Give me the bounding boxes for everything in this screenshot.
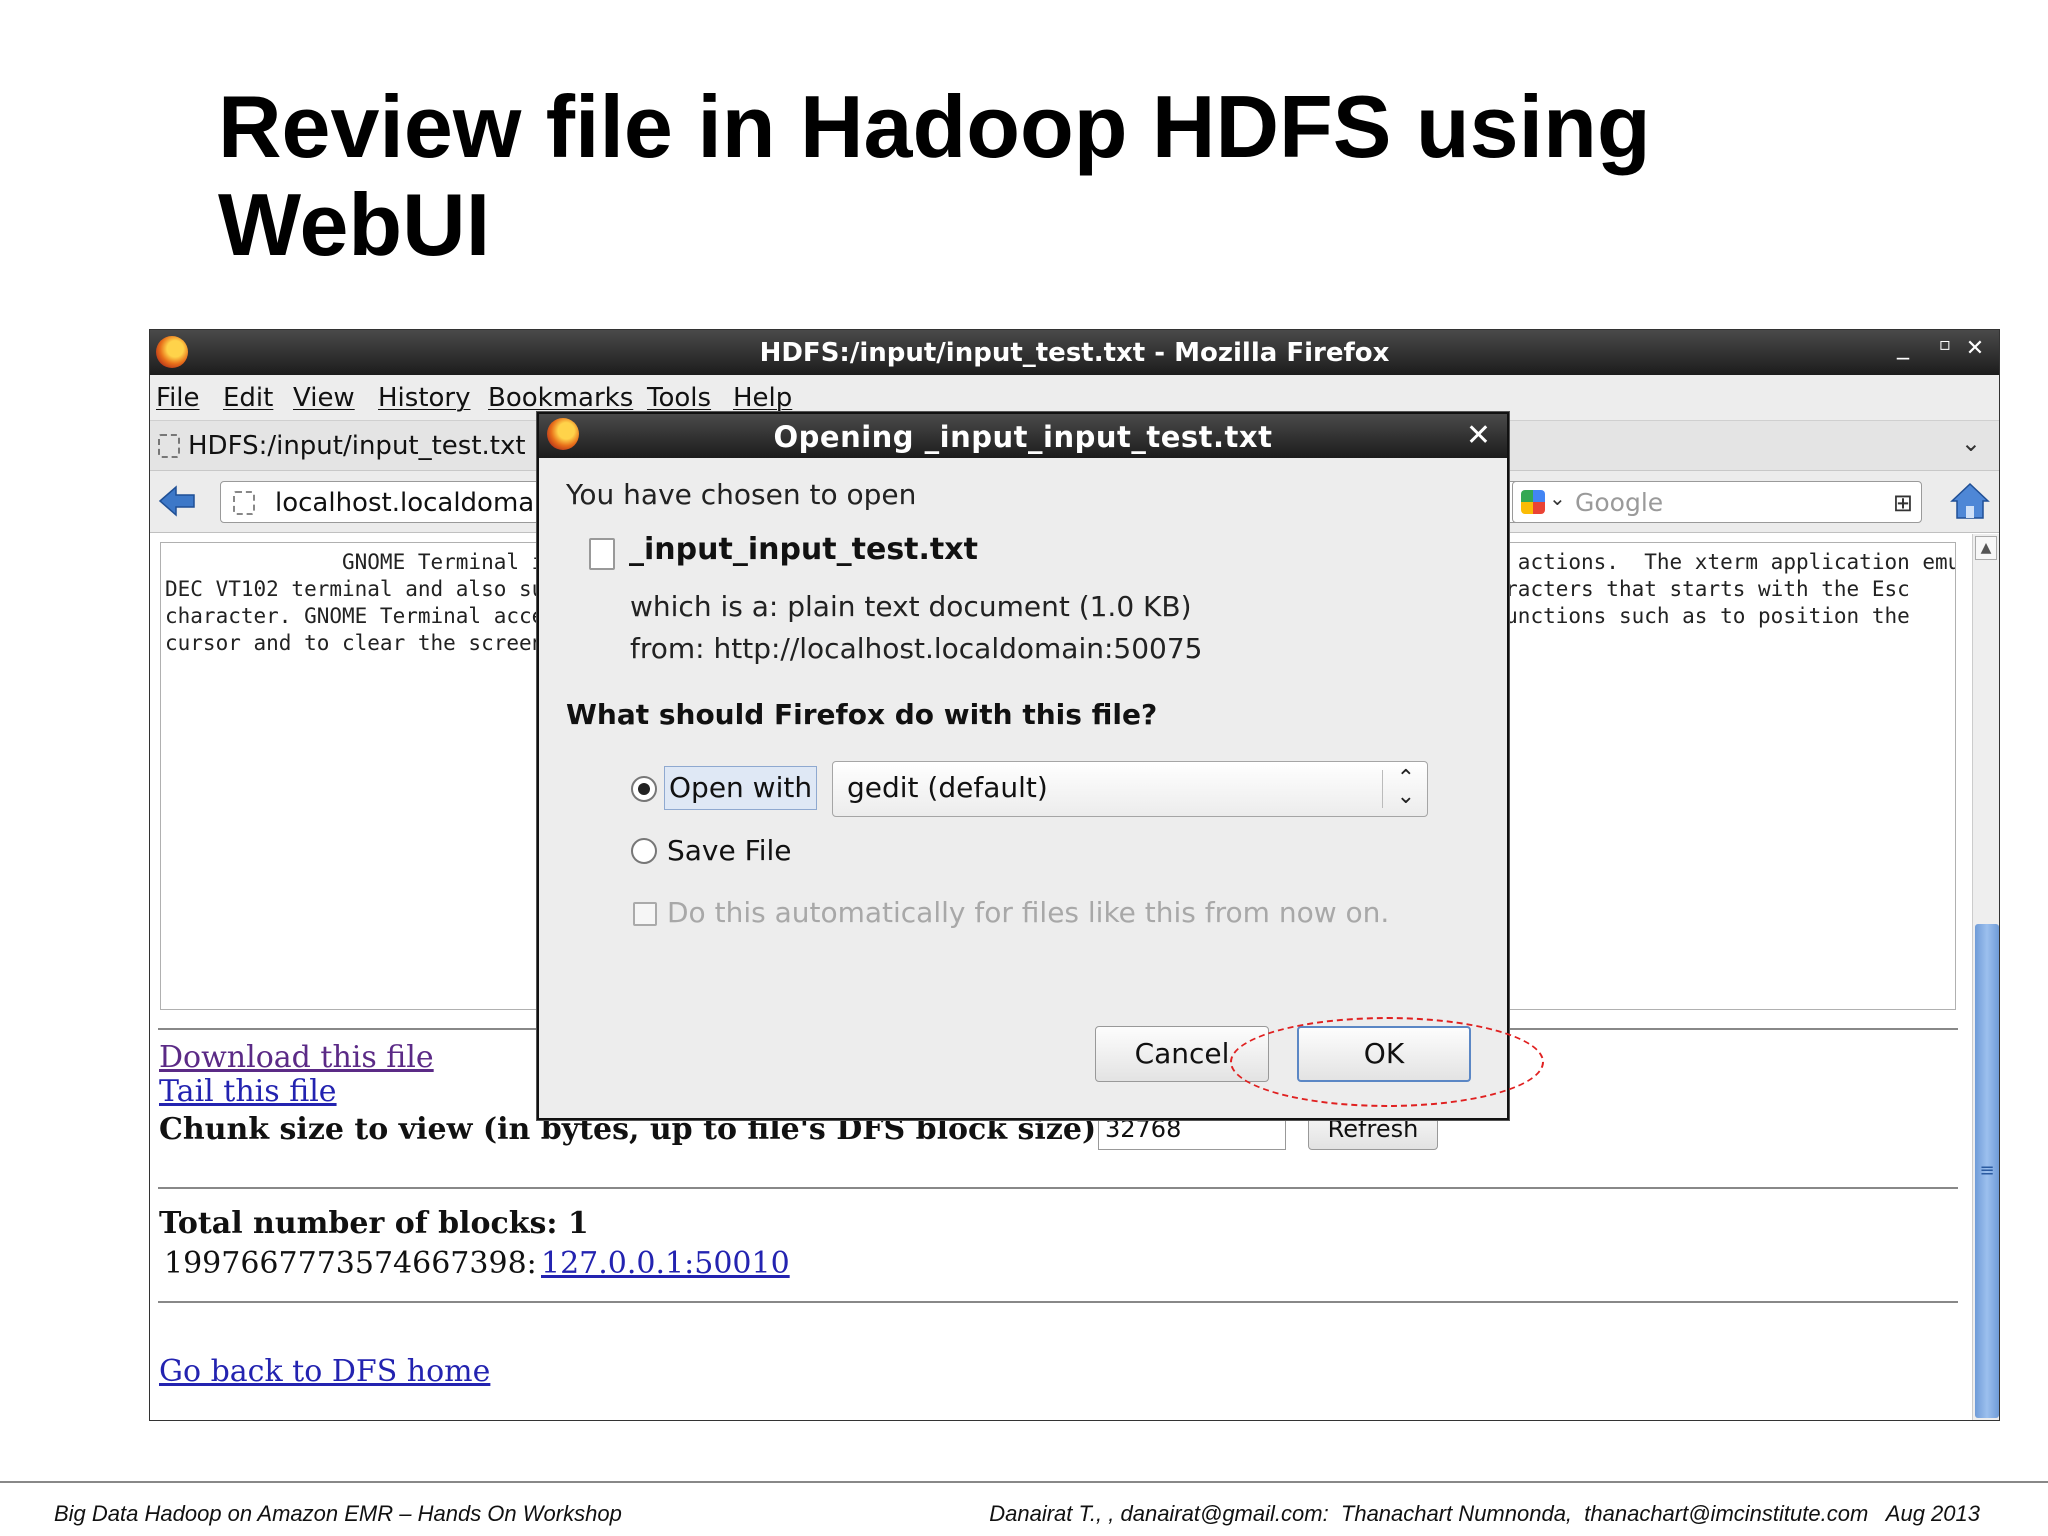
close-window-button[interactable]: ✕ — [1958, 336, 1992, 361]
footer-workshop-title: Big Data Hadoop on Amazon EMR – Hands On… — [54, 1501, 622, 1526]
datanode-link[interactable]: 127.0.0.1:50010 — [541, 1246, 790, 1281]
tab-label: HDFS:/input/input_test.txt — [188, 431, 526, 461]
close-icon[interactable]: ✕ — [1466, 418, 1491, 453]
menu-edit[interactable]: Edit — [223, 383, 273, 413]
menu-view[interactable]: View — [293, 383, 355, 413]
open-with-radio[interactable] — [631, 776, 657, 802]
total-blocks-label: Total number of blocks: 1 — [159, 1206, 589, 1241]
binoculars-icon[interactable]: ⊞ — [1893, 489, 1913, 517]
home-icon[interactable] — [1950, 481, 1990, 521]
action-question: What should Firefox do with this file? — [566, 698, 1158, 731]
footer-divider — [0, 1481, 2048, 1483]
menu-help[interactable]: Help — [733, 383, 792, 413]
slide-title: Review file in Hadoop HDFS using WebUI — [218, 77, 1651, 274]
application-select[interactable]: gedit (default) ⌃ ⌄ — [832, 761, 1428, 817]
menu-bookmarks[interactable]: Bookmarks — [488, 383, 633, 413]
footer-credits: Danairat T., , danairat@gmail.com: Thana… — [989, 1501, 1980, 1526]
divider — [158, 1187, 1958, 1189]
save-file-radio[interactable] — [631, 838, 657, 864]
back-arrow-icon[interactable] — [158, 483, 196, 519]
page-icon — [158, 434, 180, 458]
site-identity-icon — [233, 491, 255, 515]
menu-history[interactable]: History — [378, 383, 471, 413]
search-placeholder: Google — [1575, 488, 1664, 517]
menu-tools[interactable]: Tools — [647, 383, 711, 413]
block-id: 1997667773574667398: — [164, 1246, 537, 1281]
save-file-label[interactable]: Save File — [667, 834, 791, 867]
select-divider — [1382, 770, 1383, 808]
vertical-scrollbar[interactable]: ▲ ≡ — [1972, 534, 1999, 1420]
window-titlebar: HDFS:/input/input_test.txt - Mozilla Fir… — [150, 330, 1999, 375]
chosen-to-open-text: You have chosen to open — [566, 478, 917, 511]
open-file-dialog: Opening _input_input_test.txt ✕ You have… — [537, 412, 1509, 1120]
file-name: _input_input_test.txt — [629, 532, 978, 567]
menu-file[interactable]: File — [156, 383, 200, 413]
search-box[interactable]: ⌄ Google ⊞ — [1512, 481, 1922, 523]
document-icon — [589, 538, 615, 570]
scroll-up-icon[interactable]: ▲ — [1975, 536, 1997, 560]
chevron-down-icon[interactable]: ⌄ — [1961, 429, 1981, 457]
window-title: HDFS:/input/input_test.txt - Mozilla Fir… — [759, 338, 1390, 368]
dfs-home-link[interactable]: Go back to DFS home — [159, 1354, 490, 1389]
download-file-link[interactable]: Download this file — [159, 1040, 434, 1075]
open-with-label[interactable]: Open with — [664, 766, 818, 810]
scrollbar-thumb[interactable]: ≡ — [1975, 924, 1999, 1418]
file-type-text: which is a: plain text document (1.0 KB) — [630, 590, 1192, 623]
dialog-title: Opening _input_input_test.txt — [773, 420, 1273, 454]
google-engine-icon[interactable] — [1521, 490, 1545, 514]
grip-icon: ≡ — [1979, 1160, 1995, 1181]
dialog-titlebar: Opening _input_input_test.txt ✕ — [539, 414, 1507, 458]
maximize-button[interactable]: ▫ — [1928, 334, 1962, 355]
updown-chevron-icon: ⌃ ⌄ — [1396, 766, 1415, 809]
minimize-button[interactable]: _ — [1886, 332, 1920, 360]
divider — [158, 1301, 1958, 1303]
url-text: localhost.localdomain — [275, 488, 558, 518]
ok-highlight-annotation — [1230, 1017, 1544, 1107]
tail-file-link[interactable]: Tail this file — [159, 1074, 337, 1109]
do-automatically-label: Do this automatically for files like thi… — [667, 896, 1390, 929]
selected-application: gedit (default) — [847, 771, 1048, 804]
file-source-text: from: http://localhost.localdomain:50075 — [630, 632, 1203, 665]
do-automatically-checkbox[interactable] — [633, 902, 657, 926]
engine-chevron-icon[interactable]: ⌄ — [1549, 486, 1566, 510]
